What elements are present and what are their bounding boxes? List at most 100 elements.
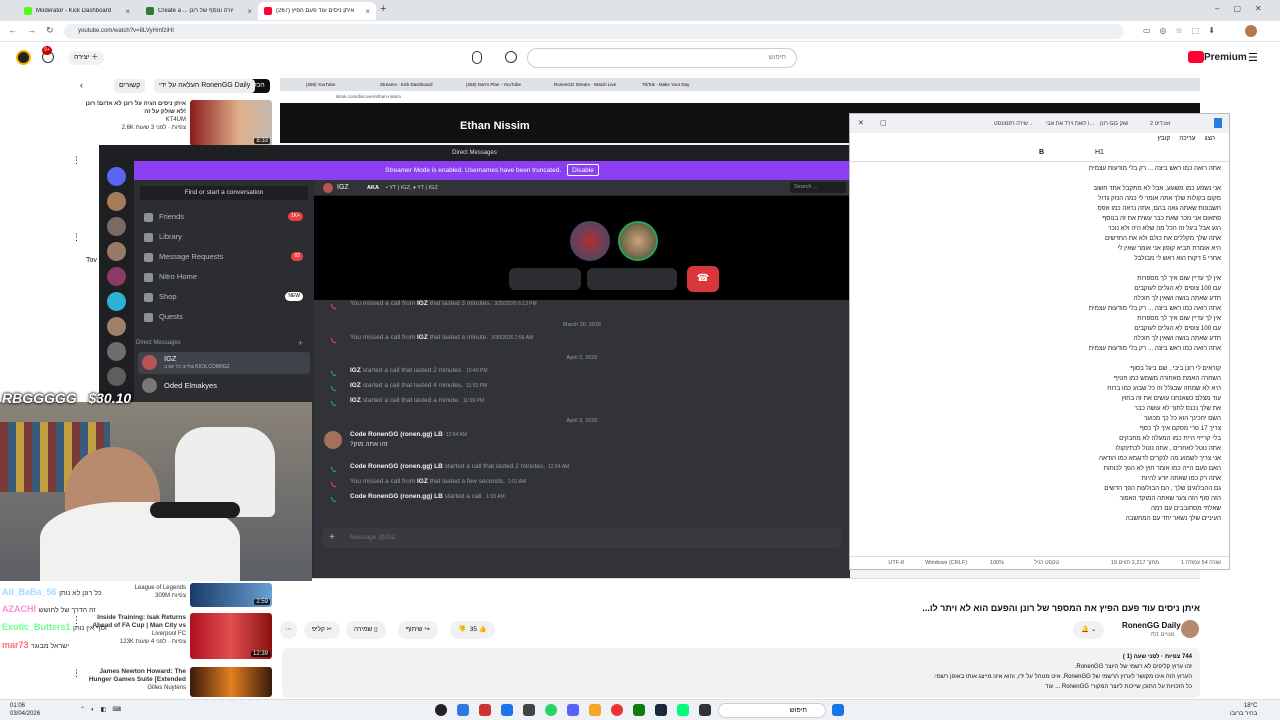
search-input[interactable]: חיפוש xyxy=(527,48,797,68)
disable-button[interactable]: Disable xyxy=(567,164,599,176)
steam-icon[interactable] xyxy=(655,704,667,716)
window-close-icon[interactable]: ✕ xyxy=(858,119,864,127)
share-button[interactable]: שיתוף ↪ xyxy=(398,621,438,639)
find-conversation-input[interactable]: Find or start a conversation xyxy=(140,186,308,200)
rec-thumbnail-3[interactable] xyxy=(190,667,272,697)
weather-widget[interactable]: 18°C בהיר ברובו xyxy=(1230,702,1257,718)
discord-home-icon[interactable] xyxy=(107,167,126,186)
nav-shop[interactable]: Shop NEW xyxy=(144,288,309,306)
close-icon[interactable]: × xyxy=(125,7,130,16)
more-icon[interactable]: ⋮ xyxy=(72,668,81,679)
taskbar-search[interactable]: חיפוש xyxy=(718,703,826,718)
server-icon[interactable] xyxy=(107,342,126,361)
dm-item-oded[interactable]: Oded Elmakyes xyxy=(138,376,310,396)
rec-thumbnail-lol[interactable]: 2:59 xyxy=(190,583,272,607)
add-dm-icon[interactable]: + xyxy=(298,338,303,348)
notepad-formatting-toolbar[interactable]: B H1 xyxy=(850,145,1229,162)
call-user[interactable]: IGZ xyxy=(350,382,361,389)
call-user[interactable]: Code RonenGG (ronen.gg) LB xyxy=(350,463,443,470)
call-user[interactable]: IGZ xyxy=(350,397,361,404)
browser-tab-kick[interactable]: Moderator - Kick Dashboard × xyxy=(18,2,136,20)
channel-name[interactable]: RonenGG Daily xyxy=(1122,621,1181,630)
more-actions-button[interactable]: ⋯ xyxy=(280,621,297,639)
nav-nitro-home[interactable]: Nitro Home xyxy=(144,268,309,286)
like-dislike-button[interactable]: 👎 35 👍 xyxy=(450,621,495,639)
server-icon[interactable] xyxy=(107,242,126,261)
dm-item-igz[interactable]: IGZ גולייב כל יום ב KICK.COM/IGZ xyxy=(138,352,310,374)
rec-item-1[interactable]: איתן ניסים הגיה על רונן לא אדום! רונן לא… xyxy=(82,100,186,132)
profile-avatar[interactable] xyxy=(1245,25,1257,37)
call-user[interactable]: Code RonenGG (ronen.gg) LB xyxy=(350,493,443,500)
bold-icon[interactable]: B xyxy=(1039,149,1044,156)
more-icon[interactable]: ⋮ xyxy=(72,615,81,626)
heading-dropdown[interactable]: H1 xyxy=(1095,149,1104,156)
youtube-logo-icon[interactable] xyxy=(1188,51,1204,63)
server-icon[interactable] xyxy=(107,317,126,336)
call-user[interactable]: IGZ xyxy=(417,478,428,485)
menu-icon[interactable]: ☰ xyxy=(1248,51,1258,64)
more-icon[interactable]: ⋮ xyxy=(72,155,81,166)
nav-quests[interactable]: Quests xyxy=(144,308,309,326)
close-icon[interactable]: × xyxy=(365,7,370,16)
mic-camera-controls[interactable] xyxy=(509,268,581,290)
more-icon[interactable]: ⋮ xyxy=(72,232,81,243)
message-author[interactable]: Code RonenGG (ronen.gg) LB xyxy=(350,431,443,438)
window-controls[interactable]: –▢✕ xyxy=(1215,4,1276,13)
chrome-icon[interactable] xyxy=(611,704,623,716)
window-maximize-icon[interactable]: ▢ xyxy=(880,119,887,127)
server-icon[interactable] xyxy=(107,217,126,236)
search-icon[interactable] xyxy=(505,51,517,63)
app-icon[interactable] xyxy=(699,704,711,716)
chat-search-input[interactable]: Search ... xyxy=(790,182,846,193)
chip-related[interactable]: קשורים xyxy=(114,79,146,93)
video-description[interactable]: 744 צפיות · לפני שעה (1 ) זהו ערוץ קליפי… xyxy=(282,648,1200,698)
nav-message-requests[interactable]: Message Requests 82 xyxy=(144,248,309,266)
rec-thumbnail-1[interactable]: 8:33 xyxy=(190,100,272,146)
chip-uploaded-by[interactable]: העלאה על ידי RonenGG Daily xyxy=(154,79,256,93)
app-icon[interactable] xyxy=(479,704,491,716)
rec-item-3[interactable]: James Newton Howard: The Hunger Games Su… xyxy=(86,668,186,692)
call-user[interactable]: IGZ xyxy=(350,367,361,374)
nav-friends[interactable]: Friends 1K+ xyxy=(144,208,309,226)
nav-buttons[interactable]: ←→↻ xyxy=(8,25,64,36)
hang-up-button[interactable]: ☎ xyxy=(687,266,719,292)
call-user[interactable]: IGZ xyxy=(417,300,428,307)
save-button[interactable]: שמירה ▯ xyxy=(346,621,386,639)
app-icon[interactable] xyxy=(677,704,689,716)
rec-thumbnail-2[interactable]: 12:39 xyxy=(190,613,272,659)
message-composer[interactable]: + Message @IGZ xyxy=(322,528,842,548)
server-icon[interactable] xyxy=(107,367,126,386)
account-avatar[interactable] xyxy=(16,50,31,65)
create-button[interactable]: יצירה ＋ xyxy=(68,51,105,65)
app-icon[interactable] xyxy=(501,704,513,716)
close-icon[interactable]: × xyxy=(247,7,252,16)
url-field[interactable]: youtube.com/watch?v=8LVyHmfziHI xyxy=(64,24,1124,39)
mic-icon[interactable] xyxy=(472,51,482,64)
channel-avatar[interactable] xyxy=(1181,620,1199,638)
discord-app-icon[interactable] xyxy=(567,704,579,716)
tray-icons[interactable]: ⌃◐◧⌨ xyxy=(80,706,127,713)
new-tab-button[interactable]: + xyxy=(380,3,386,15)
subscribe-button[interactable]: 🔔 ⌄ xyxy=(1073,621,1105,639)
windows-start-icon[interactable] xyxy=(832,704,844,716)
media-app-icon[interactable] xyxy=(435,704,447,716)
browser-tab-youtube[interactable]: (267) איתן ניסים עוד פעם הפיץ × xyxy=(258,2,376,20)
call-user[interactable]: IGZ xyxy=(417,334,428,341)
app-icon[interactable] xyxy=(589,704,601,716)
server-icon[interactable] xyxy=(107,292,126,311)
server-icon[interactable] xyxy=(107,267,126,286)
xbox-icon[interactable] xyxy=(633,704,645,716)
add-attachment-icon[interactable]: + xyxy=(329,532,335,543)
call-action-controls[interactable] xyxy=(587,268,677,290)
clip-button[interactable]: קליפ ✂ xyxy=(304,621,341,639)
browser-tab-sheets[interactable]: Create a ... יורה ונוסף של רונן × xyxy=(140,2,258,20)
extension-icons[interactable]: ▭◎☆⬚⬇ xyxy=(1143,26,1224,35)
nav-library[interactable]: Library xyxy=(144,228,309,246)
notepad-app-icon[interactable] xyxy=(457,704,469,716)
rec-item-lol[interactable]: League of Legends 309M צפיות xyxy=(110,584,186,600)
chevron-left-icon[interactable]: ‹ xyxy=(80,80,83,90)
server-icon[interactable] xyxy=(107,192,126,211)
whatsapp-icon[interactable] xyxy=(545,704,557,716)
app-icon[interactable] xyxy=(523,704,535,716)
notepad-text[interactable]: אתה רואה כמו ראש ביצה ... רק בלי מודעות … xyxy=(861,164,1221,554)
